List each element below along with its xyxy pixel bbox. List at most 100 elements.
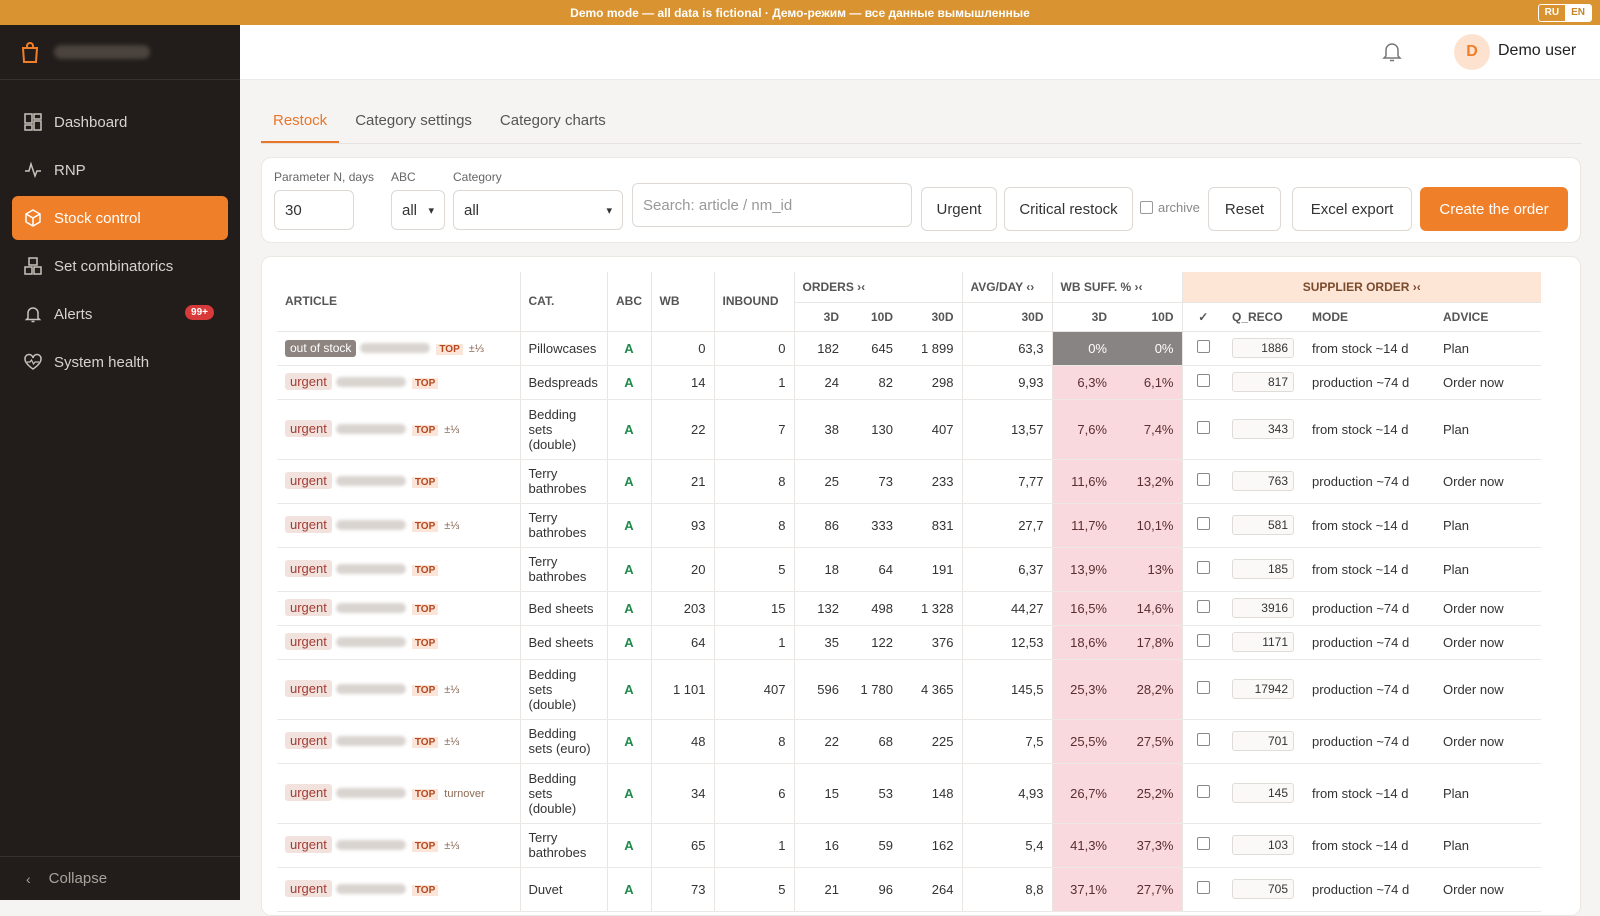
table-row[interactable]: urgent TOP ±⅓ Bedding sets (euro) A 48 8 22 68 22… xyxy=(277,719,1541,764)
user-name[interactable]: Demo user xyxy=(1498,42,1576,60)
group-supplier-order[interactable]: SUPPLIER ORDER ›‹ xyxy=(1182,272,1541,303)
sidebar-item-system-health[interactable]: System health xyxy=(12,340,228,384)
row-checkbox[interactable] xyxy=(1196,881,1210,894)
select-cell[interactable] xyxy=(1182,399,1224,460)
q-reco-input[interactable]: 185 xyxy=(1232,559,1294,579)
q-reco-input[interactable]: 343 xyxy=(1232,419,1294,439)
select-cell[interactable] xyxy=(1182,365,1224,400)
select-cell[interactable] xyxy=(1182,547,1224,592)
brand[interactable] xyxy=(0,25,240,80)
tab-category-settings[interactable]: Category settings xyxy=(343,100,484,143)
article-cell[interactable]: out of stock TOP ±⅓ xyxy=(277,331,521,366)
collapse-button[interactable]: ‹ Collapse xyxy=(0,856,240,900)
q-reco-input[interactable]: 763 xyxy=(1232,471,1294,491)
article-cell[interactable]: urgent TOP xyxy=(277,459,521,504)
group-orders[interactable]: ORDERS ›‹ xyxy=(794,272,963,303)
col-avg-30d[interactable]: 30D xyxy=(962,302,1053,332)
select-cell[interactable] xyxy=(1182,719,1224,764)
col-inbound[interactable]: INBOUND xyxy=(714,272,795,332)
table-row[interactable]: urgent TOP ±⅓ Terry bathrobes A 93 8 86 333 831 27… xyxy=(277,503,1541,548)
excel-export-button[interactable]: Excel export xyxy=(1292,187,1412,231)
table-row[interactable]: urgent TOP ±⅓ Terry bathrobes A 65 1 16 59 162 5,4… xyxy=(277,823,1541,868)
avatar[interactable]: D xyxy=(1454,34,1490,70)
notifications-bell-icon[interactable] xyxy=(1382,41,1402,63)
group-avg-day[interactable]: AVG/DAY ‹› xyxy=(962,272,1053,303)
table-row[interactable]: urgent TOP Bed sheets A 64 1 35 122 376 12,53 18,6… xyxy=(277,625,1541,660)
urgent-button[interactable]: Urgent xyxy=(921,187,997,231)
select-cell[interactable] xyxy=(1182,867,1224,912)
article-cell[interactable]: urgent TOP ±⅓ xyxy=(277,659,521,720)
select-cell[interactable] xyxy=(1182,823,1224,868)
article-cell[interactable]: urgent TOP xyxy=(277,547,521,592)
col-abc[interactable]: ABC xyxy=(607,272,652,332)
q-reco-input[interactable]: 705 xyxy=(1232,879,1294,899)
row-checkbox[interactable] xyxy=(1196,374,1210,387)
row-checkbox[interactable] xyxy=(1196,634,1210,647)
param-n-input[interactable]: 30 xyxy=(274,190,354,230)
row-checkbox[interactable] xyxy=(1196,340,1210,353)
q-reco-input[interactable]: 1886 xyxy=(1232,338,1294,358)
col-q-reco[interactable]: Q_RECO xyxy=(1224,302,1304,332)
row-checkbox[interactable] xyxy=(1196,473,1210,486)
table-row[interactable]: urgent TOP ±⅓ Bedding sets (double) A 1 101 40… xyxy=(277,659,1541,720)
table-row[interactable]: urgent TOP Bedspreads A 14 1 24 82 298 9,93 6,3% 6,… xyxy=(277,365,1541,400)
col-mode[interactable]: MODE xyxy=(1304,302,1435,332)
article-cell[interactable]: urgent TOP turnover xyxy=(277,763,521,824)
row-checkbox[interactable] xyxy=(1196,681,1210,694)
article-cell[interactable]: urgent TOP xyxy=(277,365,521,400)
col-article[interactable]: ARTICLE xyxy=(277,272,521,332)
q-reco-input[interactable]: 817 xyxy=(1232,372,1294,392)
tab-restock[interactable]: Restock xyxy=(261,100,340,143)
col-advice[interactable]: ADVICE xyxy=(1435,302,1541,332)
table-row[interactable]: urgent TOP turnover Bedding sets (double) A 3… xyxy=(277,763,1541,824)
article-cell[interactable]: urgent TOP ±⅓ xyxy=(277,503,521,548)
lang-ru[interactable]: RU xyxy=(1539,5,1565,21)
abc-select[interactable]: all ▾ xyxy=(391,190,445,230)
table-row[interactable]: urgent TOP Terry bathrobes A 21 8 25 73 233 7,77 1… xyxy=(277,459,1541,504)
reset-button[interactable]: Reset xyxy=(1208,187,1281,231)
select-cell[interactable] xyxy=(1182,625,1224,660)
col-orders-10d[interactable]: 10D xyxy=(847,302,901,332)
create-order-button[interactable]: Create the order xyxy=(1420,187,1568,231)
row-checkbox[interactable] xyxy=(1196,421,1210,434)
select-cell[interactable] xyxy=(1182,763,1224,824)
search-input[interactable]: Search: article / nm_id xyxy=(632,183,912,227)
group-wb-suff[interactable]: WB SUFF. % ›‹ xyxy=(1052,272,1183,303)
col-wb[interactable]: WB xyxy=(651,272,715,332)
article-cell[interactable]: urgent TOP ±⅓ xyxy=(277,719,521,764)
select-cell[interactable] xyxy=(1182,503,1224,548)
sidebar-item-dashboard[interactable]: Dashboard xyxy=(12,100,228,144)
select-cell[interactable] xyxy=(1182,459,1224,504)
article-cell[interactable]: urgent TOP ±⅓ xyxy=(277,823,521,868)
row-checkbox[interactable] xyxy=(1196,733,1210,746)
col-orders-3d[interactable]: 3D xyxy=(794,302,847,332)
select-cell[interactable] xyxy=(1182,591,1224,626)
q-reco-input[interactable]: 17942 xyxy=(1232,679,1294,699)
select-cell[interactable] xyxy=(1182,331,1224,366)
article-cell[interactable]: urgent TOP xyxy=(277,867,521,912)
article-cell[interactable]: urgent TOP ±⅓ xyxy=(277,399,521,460)
q-reco-input[interactable]: 145 xyxy=(1232,783,1294,803)
tab-category-charts[interactable]: Category charts xyxy=(488,100,618,143)
critical-restock-button[interactable]: Critical restock xyxy=(1004,187,1133,231)
q-reco-input[interactable]: 581 xyxy=(1232,515,1294,535)
lang-en[interactable]: EN xyxy=(1565,5,1591,21)
q-reco-input[interactable]: 701 xyxy=(1232,731,1294,751)
language-switch[interactable]: RU EN xyxy=(1537,4,1592,22)
row-checkbox[interactable] xyxy=(1196,785,1210,798)
sidebar-item-alerts[interactable]: Alerts 99+ xyxy=(12,292,228,336)
col-suff-10d[interactable]: 10D xyxy=(1115,302,1183,332)
q-reco-input[interactable]: 3916 xyxy=(1232,598,1294,618)
table-row[interactable]: urgent TOP ±⅓ Bedding sets (double) A 22 7 38 13… xyxy=(277,399,1541,460)
row-checkbox[interactable] xyxy=(1196,837,1210,850)
col-orders-30d[interactable]: 30D xyxy=(901,302,963,332)
archive-checkbox[interactable] xyxy=(1140,201,1153,214)
table-row[interactable]: urgent TOP Terry bathrobes A 20 5 18 64 191 6,37 1… xyxy=(277,547,1541,592)
row-checkbox[interactable] xyxy=(1196,600,1210,613)
article-cell[interactable]: urgent TOP xyxy=(277,625,521,660)
article-cell[interactable]: urgent TOP xyxy=(277,591,521,626)
sidebar-item-rnp[interactable]: RNP xyxy=(12,148,228,192)
table-row[interactable]: out of stock TOP ±⅓ Pillowcases A 0 0 182 645 1 8… xyxy=(277,331,1541,366)
col-suff-3d[interactable]: 3D xyxy=(1052,302,1115,332)
select-cell[interactable] xyxy=(1182,659,1224,720)
